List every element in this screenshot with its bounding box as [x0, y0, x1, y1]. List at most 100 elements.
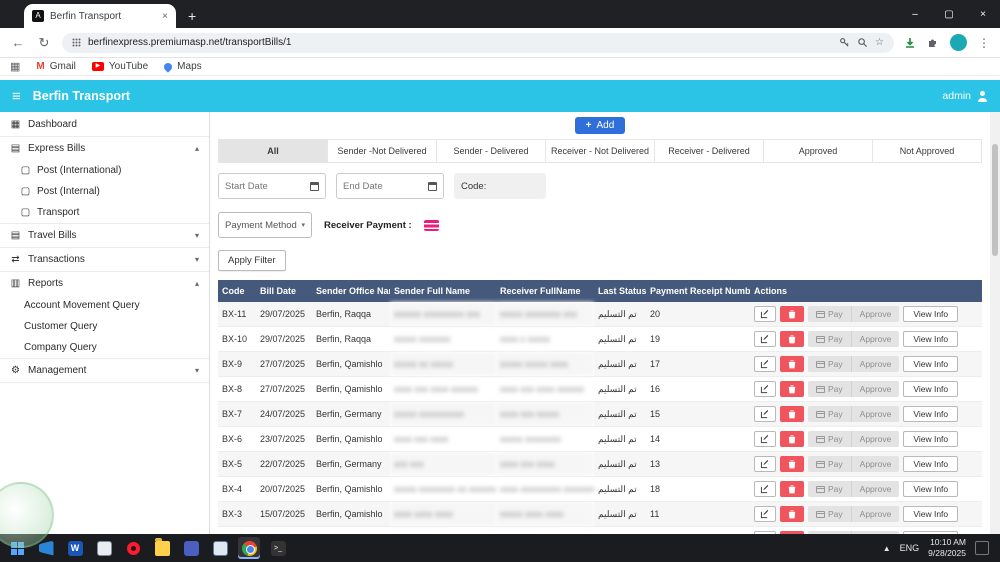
code-field[interactable]: Code: [454, 173, 546, 199]
edit-button[interactable] [754, 356, 776, 372]
pay-button[interactable]: Pay [808, 456, 851, 472]
refresh-icon[interactable]: ↻ [36, 35, 52, 51]
add-button[interactable]: + Add [574, 117, 626, 134]
taskbar-calculator-icon[interactable] [93, 537, 115, 559]
browser-tab[interactable]: A Berfin Transport × [24, 4, 176, 28]
sidebar-item-transactions[interactable]: ⇄ Transactions ▾ [0, 247, 209, 271]
edit-button[interactable] [754, 331, 776, 347]
view-info-button[interactable]: View Info [903, 306, 959, 322]
view-info-button[interactable]: View Info [903, 481, 959, 497]
approve-button[interactable]: Approve [850, 306, 900, 322]
approve-button[interactable]: Approve [850, 331, 900, 347]
new-tab-button[interactable]: + [188, 8, 196, 24]
start-date-field[interactable] [218, 173, 326, 199]
pay-button[interactable]: Pay [808, 306, 851, 322]
pay-button[interactable]: Pay [808, 331, 851, 347]
maximize-button[interactable]: ▢ [932, 9, 966, 20]
delete-button[interactable] [780, 356, 804, 372]
pay-button[interactable]: Pay [808, 406, 851, 422]
view-info-button[interactable]: View Info [903, 506, 959, 522]
view-info-button[interactable]: View Info [903, 331, 959, 347]
edit-button[interactable] [754, 506, 776, 522]
edit-button[interactable] [754, 456, 776, 472]
view-info-button[interactable]: View Info [903, 406, 959, 422]
taskbar-opera-icon[interactable] [122, 537, 144, 559]
bookmark-youtube[interactable]: ▶ YouTube [91, 61, 148, 72]
delete-button[interactable] [780, 306, 804, 322]
view-info-button[interactable]: View Info [903, 381, 959, 397]
end-date-field[interactable] [336, 173, 444, 199]
site-info-icon[interactable] [72, 38, 81, 47]
delete-button[interactable] [780, 381, 804, 397]
pay-button[interactable]: Pay [808, 381, 851, 397]
sidebar-item-transport[interactable]: ▢ Transport [0, 202, 209, 223]
sidebar-item-reports[interactable]: ▥ Reports ▴ [0, 271, 209, 295]
tab-approved[interactable]: Approved [764, 139, 873, 163]
close-button[interactable]: × [966, 9, 1000, 20]
delete-button[interactable] [780, 506, 804, 522]
sidebar-item-company-query[interactable]: Company Query [0, 337, 209, 358]
taskbar-chrome-icon[interactable] [238, 537, 260, 559]
tab-receiver-delivered[interactable]: Receiver - Delivered [655, 139, 764, 163]
address-bar[interactable]: berfinexpress.premiumasp.net/transportBi… [62, 32, 894, 53]
apply-filter-button[interactable]: Apply Filter [218, 250, 286, 271]
minimize-button[interactable]: – [898, 9, 932, 20]
sidebar-item-dashboard[interactable]: ▦ Dashboard [0, 112, 209, 136]
scrollbar-thumb[interactable] [992, 144, 998, 256]
pay-button[interactable]: Pay [808, 506, 851, 522]
browser-menu-icon[interactable]: ⋮ [978, 36, 990, 50]
sidebar-item-express-bills[interactable]: ▤ Express Bills ▴ [0, 136, 209, 160]
edit-button[interactable] [754, 306, 776, 322]
tab-all[interactable]: All [218, 139, 328, 163]
taskbar-explorer-icon[interactable] [151, 537, 173, 559]
tab-not-approved[interactable]: Not Approved [873, 139, 982, 163]
pay-button[interactable]: Pay [808, 481, 851, 497]
edit-button[interactable] [754, 431, 776, 447]
start-date-input[interactable] [225, 180, 306, 192]
view-info-button[interactable]: View Info [903, 356, 959, 372]
tab-sender-delivered[interactable]: Sender - Delivered [437, 139, 546, 163]
notification-icon[interactable] [975, 541, 989, 555]
approve-button[interactable]: Approve [850, 481, 900, 497]
taskbar-terminal-icon[interactable]: >_ [267, 537, 289, 559]
payment-method-select[interactable]: Payment Method ▾ [218, 212, 312, 238]
passwords-key-icon[interactable] [839, 37, 850, 48]
pay-button[interactable]: Pay [808, 356, 851, 372]
delete-button[interactable] [780, 331, 804, 347]
view-info-button[interactable]: View Info [903, 431, 959, 447]
tray-chevron-icon[interactable]: ▲ [883, 544, 891, 553]
delete-button[interactable] [780, 406, 804, 422]
sidebar-item-post-international[interactable]: ▢ Post (International) [0, 160, 209, 181]
taskbar-app-icon[interactable] [180, 537, 202, 559]
approve-button[interactable]: Approve [850, 456, 900, 472]
apps-grid-icon[interactable]: ▦ [10, 60, 20, 73]
edit-button[interactable] [754, 481, 776, 497]
language-indicator[interactable]: ENG [900, 543, 920, 553]
sidebar-item-travel-bills[interactable]: ▤ Travel Bills ▾ [0, 223, 209, 247]
bookmark-gmail[interactable]: M Gmail [36, 61, 75, 72]
taskbar-word-icon[interactable]: W [64, 537, 86, 559]
sidebar-item-customer-query[interactable]: Customer Query [0, 316, 209, 337]
profile-avatar[interactable] [950, 34, 967, 51]
taskbar-spreadsheet-icon[interactable] [209, 537, 231, 559]
approve-button[interactable]: Approve [850, 506, 900, 522]
receiver-payment-checkbox[interactable] [423, 219, 439, 231]
taskbar-clock[interactable]: 10:10 AM 9/28/2025 [928, 537, 966, 558]
page-scrollbar[interactable] [990, 112, 1000, 534]
edit-button[interactable] [754, 406, 776, 422]
tab-sender-not-delivered[interactable]: Sender -Not Delivered [328, 139, 437, 163]
tab-receiver-not-delivered[interactable]: Receiver - Not Delivered [546, 139, 655, 163]
delete-button[interactable] [780, 481, 804, 497]
user-menu[interactable]: admin [942, 90, 988, 102]
delete-button[interactable] [780, 456, 804, 472]
delete-button[interactable] [780, 431, 804, 447]
download-icon[interactable] [904, 37, 916, 49]
approve-button[interactable]: Approve [850, 356, 900, 372]
sidebar-item-post-internal[interactable]: ▢ Post (Internal) [0, 181, 209, 202]
edit-button[interactable] [754, 381, 776, 397]
extensions-icon[interactable] [927, 37, 939, 49]
sidebar-item-management[interactable]: ⚙ Management ▾ [0, 358, 209, 382]
approve-button[interactable]: Approve [850, 381, 900, 397]
sidebar-item-account-movement-query[interactable]: Account Movement Query [0, 295, 209, 316]
pay-button[interactable]: Pay [808, 431, 851, 447]
